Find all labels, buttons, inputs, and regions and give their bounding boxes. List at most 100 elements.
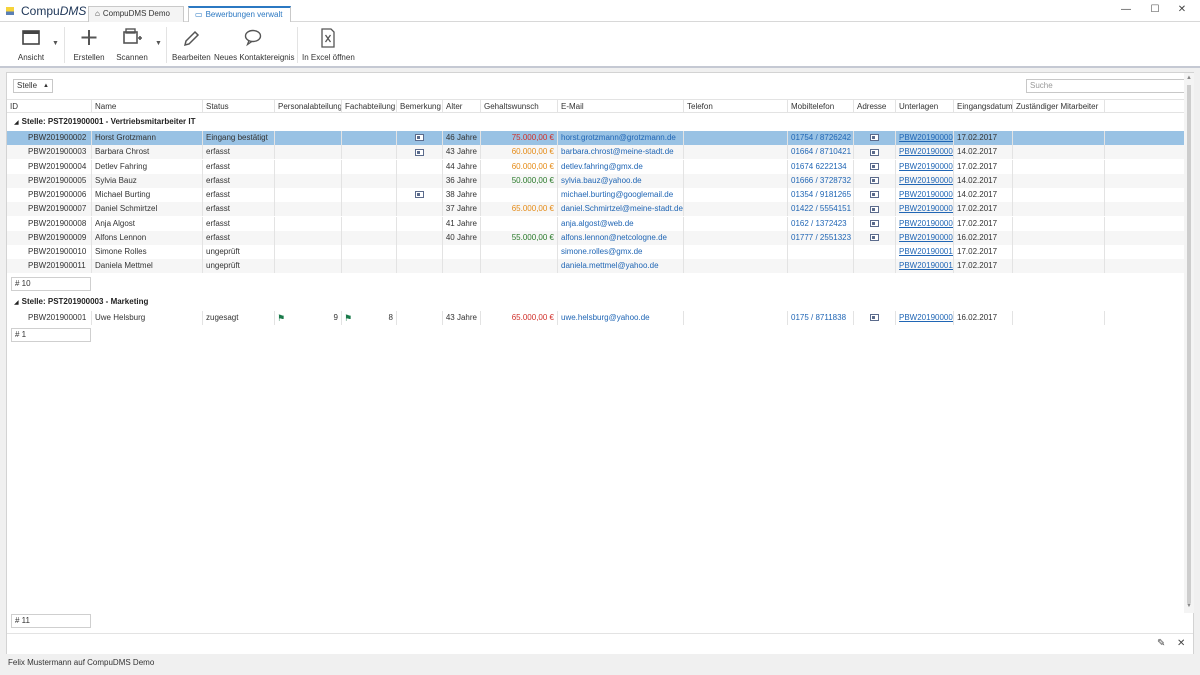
table-row[interactable]: PBW201900001 Uwe Helsburg zugesagt ⚑ 9 ⚑ 8 43 J…: [7, 310, 1187, 325]
cell-email[interactable]: alfons.lennon@netcologne.de: [558, 230, 684, 245]
pencil-icon[interactable]: ✎: [1157, 638, 1165, 649]
cell-mobiltelefon[interactable]: 01674 6222134: [788, 159, 854, 174]
unterlagen-link[interactable]: PBW201900006: [899, 190, 953, 199]
column-header-name[interactable]: Name: [92, 100, 203, 113]
cell-email[interactable]: daniel.Schmirtzel@meine-stadt.de: [558, 202, 684, 217]
table-row[interactable]: PBW201900005 Sylvia Bauz erfasst 36 Jahre 50…: [7, 173, 1187, 188]
cell-email[interactable]: horst.grotzmann@grotzmann.de: [558, 131, 684, 145]
column-header-adresse[interactable]: Adresse: [854, 100, 896, 113]
tab-compudms-demo[interactable]: ⌂ CompuDMS Demo: [88, 6, 184, 22]
cell-email[interactable]: uwe.helsburg@yahoo.de: [558, 310, 684, 325]
column-header-email[interactable]: E-Mail: [558, 100, 684, 113]
bearbeiten-button[interactable]: Bearbeiten: [172, 26, 211, 62]
cell-mobiltelefon[interactable]: 01666 / 3728732: [788, 173, 854, 188]
unterlagen-link[interactable]: PBW201900007: [899, 204, 953, 213]
unterlagen-link[interactable]: PBW201900003: [899, 147, 953, 156]
table-row[interactable]: PBW201900006 Michael Burting erfasst 38 Jah…: [7, 188, 1187, 202]
unterlagen-link[interactable]: PBW201900001: [899, 313, 953, 322]
cell-email[interactable]: daniela.mettmel@yahoo.de: [558, 259, 684, 274]
unterlagen-link[interactable]: PBW201900010: [899, 247, 953, 256]
ansicht-dropdown-icon[interactable]: ▼: [52, 40, 59, 47]
table-row[interactable]: PBW201900008 Anja Algost erfasst 41 Jahre an…: [7, 216, 1187, 231]
vertical-scrollbar[interactable]: ▲ ▼: [1184, 73, 1194, 613]
cell-email[interactable]: sylvia.bauz@yahoo.de: [558, 173, 684, 188]
ansicht-button[interactable]: Ansicht: [14, 26, 48, 62]
address-card-icon[interactable]: [870, 313, 879, 321]
cell-email[interactable]: barbara.chrost@meine-stadt.de: [558, 145, 684, 160]
address-card-icon[interactable]: [870, 205, 879, 213]
cell-email[interactable]: simone.rolles@gmx.de: [558, 245, 684, 259]
address-card-icon[interactable]: [870, 162, 879, 170]
column-header-mobiltelefon[interactable]: Mobiltelefon: [788, 100, 854, 113]
in-excel-oeffnen-button[interactable]: In Excel öffnen: [302, 26, 355, 62]
column-header-eingangsdatum[interactable]: Eingangsdatum: [954, 100, 1013, 113]
scannen-dropdown-icon[interactable]: ▼: [155, 40, 162, 47]
cell-email[interactable]: anja.algost@web.de: [558, 216, 684, 231]
column-header-fachabteilung[interactable]: Fachabteilung: [342, 100, 397, 113]
table-row[interactable]: PBW201900002 Horst Grotzmann Eingang bestä…: [7, 131, 1187, 145]
cell-mobiltelefon[interactable]: 01777 / 2551323: [788, 230, 854, 245]
scroll-up-icon[interactable]: ▲: [1186, 75, 1192, 81]
tab-bewerbungen[interactable]: ▭ Bewerbungen verwalt: [188, 6, 291, 23]
maximize-button[interactable]: ☐: [1146, 3, 1164, 17]
note-icon[interactable]: [415, 148, 424, 156]
column-header-bemerkung[interactable]: Bemerkung: [397, 100, 443, 113]
scannen-button[interactable]: Scannen: [114, 26, 150, 62]
note-icon[interactable]: [415, 134, 424, 142]
close-icon[interactable]: ✕: [1177, 638, 1185, 649]
column-header-telefon[interactable]: Telefon: [684, 100, 788, 113]
group-header[interactable]: ◢ Stelle: PST201900003 - Marketing: [14, 297, 148, 306]
table-row[interactable]: PBW201900011 Daniela Mettmel ungeprüft dani…: [7, 259, 1187, 274]
column-header-unterlagen[interactable]: Unterlagen: [896, 100, 954, 113]
table-row[interactable]: PBW201900009 Alfons Lennon erfasst 40 Jahre…: [7, 230, 1187, 245]
ribbon-separator: [64, 27, 65, 63]
search-input[interactable]: [1026, 79, 1188, 93]
group-by-select[interactable]: Stelle ▲: [13, 79, 53, 93]
column-header-zustaendiger-mitarbeiter[interactable]: Zuständiger Mitarbeiter: [1013, 100, 1105, 113]
address-card-icon[interactable]: [870, 134, 879, 142]
cell-mobiltelefon[interactable]: [788, 259, 854, 274]
unterlagen-link[interactable]: PBW201900008: [899, 219, 953, 228]
cell-email[interactable]: michael.burting@googlemail.de: [558, 188, 684, 202]
cell-personalabteilung: [275, 202, 342, 217]
cell-mobiltelefon[interactable]: 01354 / 9181265: [788, 188, 854, 202]
cell-mobiltelefon[interactable]: 01422 / 5554151: [788, 202, 854, 217]
address-card-icon[interactable]: [870, 191, 879, 199]
address-card-icon[interactable]: [870, 177, 879, 185]
bottom-action-bar: ✎ ✕: [7, 633, 1193, 654]
table-row[interactable]: PBW201900010 Simone Rolles ungeprüft simone…: [7, 245, 1187, 259]
scroll-down-icon[interactable]: ▼: [1186, 603, 1192, 609]
cell-mobiltelefon[interactable]: 01664 / 8710421: [788, 145, 854, 160]
neues-kontaktereignis-button[interactable]: Neues Kontaktereignis: [214, 26, 295, 62]
column-header-status[interactable]: Status: [203, 100, 275, 113]
cell-mobiltelefon[interactable]: 01754 / 8726242: [788, 131, 854, 145]
cell-mobiltelefon[interactable]: 0162 / 1372423: [788, 216, 854, 231]
scrollbar-thumb[interactable]: [1187, 85, 1191, 603]
minimize-button[interactable]: —: [1117, 3, 1135, 17]
unterlagen-link[interactable]: PBW201900011: [899, 261, 953, 270]
note-icon[interactable]: [415, 191, 424, 199]
unterlagen-link[interactable]: PBW201900002: [899, 133, 953, 142]
close-window-button[interactable]: ✕: [1173, 3, 1191, 17]
unterlagen-link[interactable]: PBW201900005: [899, 176, 953, 185]
group-header[interactable]: ◢ Stelle: PST201900001 - Vertriebsmitarbe…: [14, 117, 196, 126]
unterlagen-link[interactable]: PBW201900009: [899, 233, 953, 242]
table-row[interactable]: PBW201900004 Detlev Fahring erfasst 44 Jahr…: [7, 159, 1187, 174]
address-card-icon[interactable]: [870, 148, 879, 156]
cell-eingangsdatum: 16.02.2017: [954, 230, 1013, 245]
address-card-icon[interactable]: [870, 234, 879, 242]
table-row[interactable]: PBW201900007 Daniel Schmirtzel erfasst 37 J…: [7, 202, 1187, 217]
column-header-gehaltswunsch[interactable]: Gehaltswunsch: [481, 100, 558, 113]
column-header-id[interactable]: ID: [7, 100, 92, 113]
cell-email[interactable]: detlev.fahring@gmx.de: [558, 159, 684, 174]
unterlagen-link[interactable]: PBW201900004: [899, 162, 953, 171]
column-header-alter[interactable]: Alter: [443, 100, 481, 113]
erstellen-button[interactable]: Erstellen: [72, 26, 106, 62]
collapse-triangle-icon[interactable]: ◢: [14, 119, 19, 126]
column-header-personalabteilung[interactable]: Personalabteilung: [275, 100, 342, 113]
cell-mobiltelefon[interactable]: 0175 / 8711838: [788, 310, 854, 325]
address-card-icon[interactable]: [870, 219, 879, 227]
table-row[interactable]: PBW201900003 Barbara Chrost erfasst 43 Jahr…: [7, 145, 1187, 160]
collapse-triangle-icon[interactable]: ◢: [14, 299, 19, 306]
cell-mobiltelefon[interactable]: [788, 245, 854, 259]
